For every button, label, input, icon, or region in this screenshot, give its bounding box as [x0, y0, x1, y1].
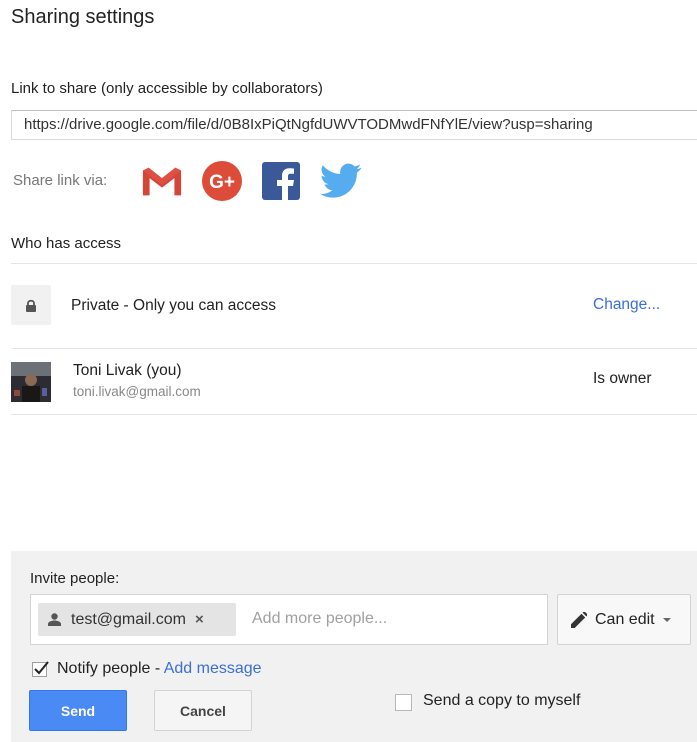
svg-text:G+: G+	[209, 172, 235, 193]
google-plus-icon[interactable]: G+	[201, 160, 243, 202]
gmail-icon[interactable]	[141, 160, 183, 202]
invitee-chip[interactable]: test@gmail.com ×	[38, 603, 236, 636]
twitter-icon[interactable]	[320, 160, 362, 202]
visibility-status: Private - Only you can access	[71, 297, 277, 314]
add-people-placeholder[interactable]: Add more people...	[252, 610, 387, 628]
permission-dropdown[interactable]: Can edit	[557, 594, 691, 645]
remove-chip-icon[interactable]: ×	[195, 611, 204, 628]
dialog-title: Sharing settings	[11, 6, 155, 28]
send-button[interactable]: Send	[29, 690, 127, 731]
notify-text: Notify people	[57, 660, 151, 677]
notify-checkbox[interactable]	[32, 661, 49, 677]
who-has-access-heading: Who has access	[11, 235, 122, 252]
notify-separator: -	[150, 660, 164, 677]
chevron-down-icon	[662, 617, 671, 622]
avatar	[11, 362, 51, 402]
share-link-field[interactable]: https://drive.google.com/file/d/0B8IxPiQ…	[11, 110, 697, 140]
share-via-label: Share link via:	[13, 172, 108, 189]
pencil-icon	[571, 611, 587, 628]
divider	[11, 348, 697, 349]
invitee-email: test@gmail.com	[71, 610, 186, 628]
lock-icon	[11, 285, 51, 325]
add-message-link[interactable]: Add message	[164, 660, 262, 677]
link-label: Link to share (only accessible by collab…	[11, 80, 323, 97]
permission-label: Can edit	[595, 610, 655, 628]
owner-email: toni.livak@gmail.com	[73, 384, 201, 399]
facebook-icon[interactable]	[260, 160, 302, 202]
owner-name: Toni Livak (you)	[73, 362, 182, 379]
person-icon	[48, 613, 61, 626]
send-copy-label: Send a copy to myself	[423, 692, 581, 709]
checkmark-icon	[34, 661, 49, 675]
divider	[11, 263, 697, 264]
send-copy-checkbox[interactable]	[395, 694, 412, 711]
cancel-button[interactable]: Cancel	[154, 690, 252, 731]
divider	[11, 414, 697, 415]
change-visibility-link[interactable]: Change...	[593, 296, 660, 314]
invite-label: Invite people:	[30, 570, 120, 587]
owner-role: Is owner	[593, 370, 652, 387]
notify-label: Notify people - Add message	[57, 660, 262, 678]
